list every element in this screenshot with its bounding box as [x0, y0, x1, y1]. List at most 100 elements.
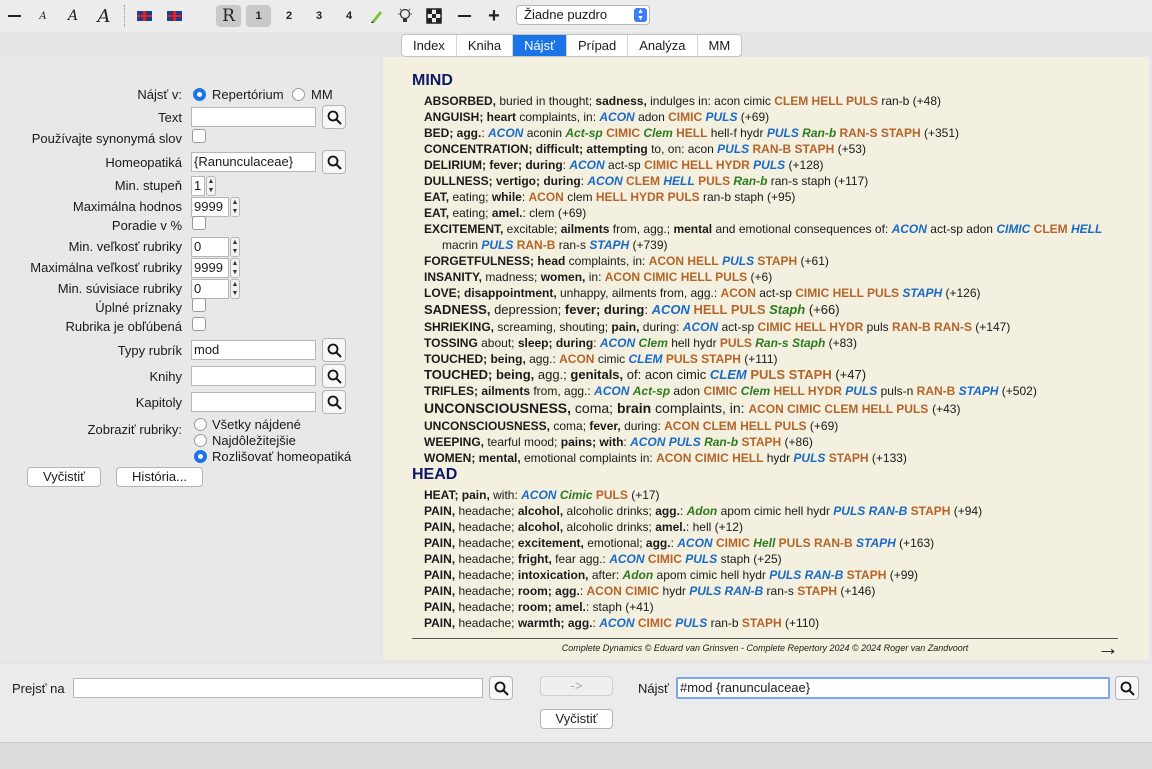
books-search-button[interactable]	[322, 364, 346, 388]
highlighter-icon[interactable]	[368, 5, 386, 27]
rubric-row[interactable]: SHRIEKING, screaming, shouting; pain, du…	[424, 319, 1132, 335]
min-rubric-size-input[interactable]: 0	[191, 237, 229, 257]
chapters-input[interactable]	[191, 392, 316, 412]
min-related-input[interactable]: 0	[191, 279, 229, 299]
complete-symptoms-checkbox[interactable]	[192, 298, 206, 312]
max-value-input[interactable]: 9999	[191, 197, 229, 217]
rubric-row[interactable]: ANGUISH; heart complaints, in: ACON adon…	[424, 109, 1132, 125]
rubric-row[interactable]: HEAT; pain, with: ACON Cimic PULS (+17)	[424, 487, 1132, 503]
rubric-row[interactable]: TOUCHED; being, agg.; genitals, of: acon…	[424, 367, 1132, 383]
show-important-label: Najdôležitejšie	[212, 433, 296, 448]
tab-find[interactable]: Nájsť	[513, 35, 567, 56]
rubric-row[interactable]: SADNESS, depression; fever; during: ACON…	[424, 301, 1132, 319]
rubric-row[interactable]: BED; agg.: ACON aconin Act-sp CIMIC Clem…	[424, 125, 1132, 141]
tab-analysis[interactable]: Analýza	[628, 35, 698, 56]
homeopathic-search-button[interactable]	[322, 150, 346, 174]
books-input[interactable]	[191, 366, 316, 386]
show-differentiate-radio[interactable]	[194, 450, 207, 463]
homeopathic-input[interactable]: {Ranunculaceae}	[191, 152, 316, 172]
level-2-button[interactable]: 2	[280, 5, 298, 27]
level-3-button[interactable]: 3	[310, 5, 328, 27]
language-en-button[interactable]	[135, 5, 153, 27]
rubric-row[interactable]: CONCENTRATION; difficult; attempting to,…	[424, 141, 1132, 157]
synonyms-label: Používajte synonymá slov	[31, 131, 182, 146]
repertory-r-button[interactable]: R	[216, 5, 241, 27]
zoom-out-icon[interactable]	[5, 5, 23, 27]
rubric-row[interactable]: EXCITEMENT, excitable; ailments from, ag…	[424, 221, 1132, 253]
rubric-row[interactable]: PAIN, headache; fright, fear agg.: ACON …	[424, 551, 1132, 567]
rubric-row[interactable]: EAT, eating; amel.: clem (+69)	[424, 205, 1132, 221]
min-degree-input[interactable]: 1	[191, 176, 205, 196]
rubric-row[interactable]: TRIFLES; ailments from, agg.: ACON Act-s…	[424, 383, 1132, 399]
clear-form-button[interactable]: Vyčistiť	[27, 467, 101, 487]
find-search-button[interactable]	[1115, 676, 1139, 700]
rubric-row[interactable]: PAIN, headache; alcohol, alcoholic drink…	[424, 503, 1132, 519]
remedy-set-select[interactable]: Žiadne puzdro ▲ ▼	[516, 5, 650, 25]
grid-icon[interactable]	[425, 5, 443, 27]
rubric-row[interactable]: PAIN, headache; warmth; agg.: ACON CIMIC…	[424, 615, 1132, 631]
text-input[interactable]	[191, 107, 316, 127]
rubric-row[interactable]: FORGETFULNESS; head complaints, in: ACON…	[424, 253, 1132, 269]
rubric-row[interactable]: INSANITY, madness; women, in: ACON CIMIC…	[424, 269, 1132, 285]
history-button[interactable]: História...	[116, 467, 203, 487]
synonyms-checkbox[interactable]	[192, 129, 206, 143]
rubric-row[interactable]: LOVE; disappointment, unhappy, ailments …	[424, 285, 1132, 301]
rubric-row[interactable]: DULLNESS; vertigo; during: ACON CLEM HEL…	[424, 173, 1132, 189]
tab-mm[interactable]: MM	[698, 35, 742, 56]
level-4-button[interactable]: 4	[340, 5, 358, 27]
lightbulb-icon[interactable]	[396, 5, 414, 27]
rubric-row[interactable]: ABSORBED, buried in thought; sadness, in…	[424, 93, 1132, 109]
percent-order-checkbox[interactable]	[192, 216, 206, 230]
goto-input[interactable]	[73, 678, 483, 698]
max-value-stepper[interactable]: ▲ ▼	[230, 197, 240, 217]
rubric-row[interactable]: PAIN, headache; room; amel.: staph (+41)	[424, 599, 1132, 615]
max-rubric-size-stepper[interactable]: ▲ ▼	[230, 258, 240, 278]
favorite-rubric-checkbox[interactable]	[192, 317, 206, 331]
font-medium-button[interactable]: A	[62, 5, 84, 27]
chapters-search-button[interactable]	[322, 390, 346, 414]
clear-find-button[interactable]: Vyčistiť	[540, 709, 613, 729]
rubric-row[interactable]: WOMEN; mental, emotional complaints in: …	[424, 450, 1132, 466]
goto-search-button[interactable]	[489, 676, 513, 700]
max-rubric-size-input[interactable]: 9999	[191, 258, 229, 278]
rubric-row[interactable]: UNCONSCIOUSNESS, coma; fever, during: AC…	[424, 418, 1132, 434]
arrow-right-icon[interactable]: →	[1097, 637, 1119, 659]
find-in-mm-radio[interactable]	[292, 88, 305, 101]
search-icon	[494, 681, 509, 696]
rubric-row[interactable]: TOUCHED; being, agg.: ACON cimic CLEM PU…	[424, 351, 1132, 367]
search-icon	[327, 110, 342, 125]
find-in-label: Nájsť v:	[137, 87, 182, 102]
min-rubric-size-stepper[interactable]: ▲ ▼	[230, 237, 240, 257]
rubric-row[interactable]: UNCONSCIOUSNESS, coma; brain complaints,…	[424, 399, 1132, 418]
rubric-row[interactable]: PAIN, headache; intoxication, after: Ado…	[424, 567, 1132, 583]
rubric-row[interactable]: EAT, eating; while: ACON clem HELL HYDR …	[424, 189, 1132, 205]
rubric-row[interactable]: DELIRIUM; fever; during: ACON act-sp CIM…	[424, 157, 1132, 173]
text-search-button[interactable]	[322, 105, 346, 129]
min-related-stepper[interactable]: ▲ ▼	[230, 279, 240, 299]
min-degree-stepper[interactable]: ▲ ▼	[206, 176, 216, 196]
find-in-repertory-radio[interactable]	[193, 88, 206, 101]
rubric-types-search-button[interactable]	[322, 338, 346, 362]
remedy-set-value: Žiadne puzdro	[524, 7, 608, 22]
rubric-types-input[interactable]: mod	[191, 340, 316, 360]
font-large-button[interactable]: A	[92, 5, 116, 27]
rubric-row[interactable]: PAIN, headache; alcohol, alcoholic drink…	[424, 519, 1132, 535]
text-label: Text	[158, 110, 182, 125]
show-important-radio[interactable]	[194, 434, 207, 447]
find-input[interactable]: #mod {ranunculaceae}	[676, 677, 1110, 699]
language-en-2-button[interactable]	[165, 5, 183, 27]
font-small-button[interactable]: A	[34, 5, 52, 27]
plus-icon[interactable]: +	[485, 5, 503, 27]
find-label: Nájsť	[638, 681, 669, 696]
rubric-row[interactable]: PAIN, headache; excitement, emotional; a…	[424, 535, 1132, 551]
tab-index[interactable]: Index	[402, 35, 457, 56]
goto-arrow-button[interactable]: ->	[540, 676, 613, 696]
tab-book[interactable]: Kniha	[457, 35, 514, 56]
minus-icon[interactable]	[455, 5, 473, 27]
tab-case[interactable]: Prípad	[567, 35, 629, 56]
rubric-row[interactable]: TOSSING about; sleep; during: ACON Clem …	[424, 335, 1132, 351]
rubric-row[interactable]: PAIN, headache; room; agg.: ACON CIMIC h…	[424, 583, 1132, 599]
rubric-row[interactable]: WEEPING, tearful mood; pains; with: ACON…	[424, 434, 1132, 450]
level-1-button[interactable]: 1	[246, 5, 271, 27]
show-all-radio[interactable]	[194, 418, 207, 431]
